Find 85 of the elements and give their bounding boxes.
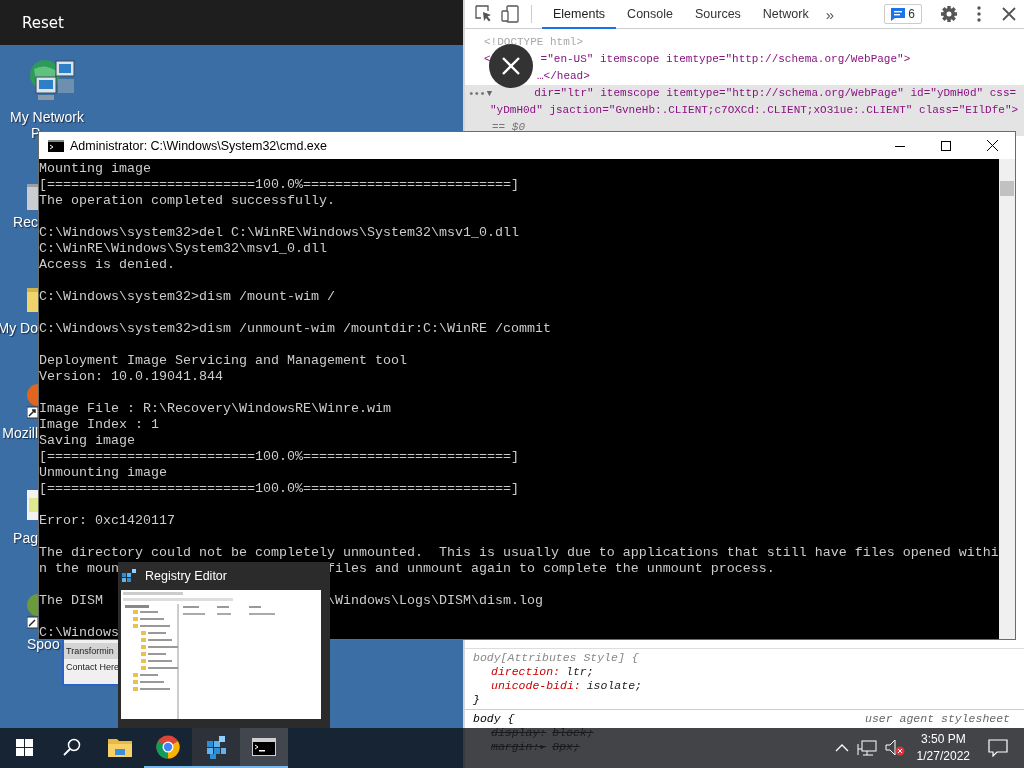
message-icon (891, 7, 906, 21)
console-line: Image File : R:\Recovery\WindowsRE\Winre.wim (39, 401, 391, 417)
cubes-icon (121, 568, 137, 584)
stylesheet-source: user agent stylesheet (865, 712, 1010, 726)
console-line: Mounting image (39, 161, 151, 177)
clock-time: 3:50 PM (920, 731, 966, 748)
inspect-element-icon[interactable] (475, 5, 493, 23)
console-line: Access is denied. (39, 257, 175, 273)
preview-title: Registry Editor (145, 569, 227, 583)
console-line: The operation completed successfully. (39, 193, 335, 209)
markup-text: "yDmH0d" jsaction="GvneHb:.CLIENT;c7OXCd:.CLIENT;xO31ue:.CLIENT" class="EIlDfe"> (490, 103, 1019, 118)
markup-text: …</head> (537, 69, 590, 84)
console-line: Version: 10.0.19041.844 (39, 369, 223, 385)
console-line: [==========================100.0%==========================] (39, 481, 519, 497)
markup-text: == $0 (492, 120, 525, 135)
desktop-icon-label: Mozill (2, 425, 38, 441)
css-selector: body[Attributes Style] { (473, 651, 639, 665)
more-tabs-button[interactable]: » (819, 5, 841, 23)
close-icon (502, 57, 520, 75)
desktop-icon-label: Rec (13, 214, 38, 230)
css-value: ltr; (566, 665, 594, 679)
muted-speaker-icon[interactable] (884, 739, 905, 757)
devtools-tab[interactable]: Elements (542, 0, 617, 29)
console-line: Deployment Image Servicing and Management tool (39, 353, 407, 369)
window-preview[interactable]: Registry Editor (118, 562, 330, 728)
taskbar-button[interactable] (192, 728, 240, 768)
css-brace: } (473, 693, 480, 707)
css-property: direction: (491, 665, 560, 679)
console-line: The directory could not be completely unmounted. This is usually due to applications that still have files opened withi (39, 545, 999, 561)
console-line: C:\Windows\system32>dism /unmount-wim /mountdir:C:\WinRE /commit (39, 321, 551, 337)
notification-icon[interactable] (988, 739, 1008, 757)
console-line: Image Index : 1 (39, 417, 159, 433)
markup-text: dir="ltr" itemscope itemtype="http://schema.org/WebPage" id="yDmH0d" css= (534, 86, 1017, 101)
cubes-icon (205, 735, 227, 759)
console-line: C:\WinRE\Windows\System32\msv1_0.dll (39, 241, 327, 257)
caret-up-icon[interactable] (834, 743, 849, 753)
console-line: Error: 0xc1420117 (39, 513, 175, 529)
menu-item[interactable]: Contact Here (64, 659, 118, 675)
css-selector: body { (473, 712, 515, 726)
windows-start-icon (15, 738, 33, 756)
console-line: C:\Windows\system32>del C:\WinRE\Windows\System32\msv1_0.dll (39, 225, 519, 241)
device-toggle-icon[interactable] (501, 5, 519, 23)
expand-toggle[interactable]: ▼ (486, 88, 493, 99)
terminal-icon (252, 738, 276, 756)
close-icon[interactable] (1000, 5, 1018, 23)
maximize-icon (941, 140, 951, 151)
scrollbar[interactable] (999, 159, 1015, 639)
markup-text: <!DOCTYPE html> (484, 35, 584, 50)
clock[interactable]: 3:50 PM 1/27/2022 (916, 731, 970, 765)
folder-icon (108, 737, 132, 757)
console-line: Saving image (39, 433, 135, 449)
desktop-icon-label: My Network (10, 109, 84, 125)
close-icon (986, 140, 998, 151)
desktop-icon-label: Spoo (27, 636, 60, 652)
window-title: Administrator: C:\Windows\System32\cmd.exe (70, 138, 329, 153)
console-line: [==========================100.0%==========================] (39, 449, 519, 465)
devtools-tab[interactable]: Console (616, 0, 684, 29)
taskbar-button[interactable] (240, 728, 288, 768)
reset-button[interactable]: Reset (18, 11, 68, 34)
desktop-icon-label: Pag (13, 530, 38, 546)
clock-date: 1/27/2022 (916, 748, 970, 765)
console-line: [==========================100.0%==========================] (39, 177, 519, 193)
settings-icon[interactable] (940, 5, 958, 23)
css-value: isolate; (586, 679, 642, 693)
ellipsis-marker[interactable]: ••• (468, 88, 485, 99)
network-icon[interactable] (856, 740, 877, 756)
shortcut-icon[interactable] (27, 593, 38, 629)
devtools-tab[interactable]: Sources (684, 0, 752, 29)
chrome-browser-icon (156, 735, 180, 759)
console-line: The DISM (39, 593, 103, 609)
search-icon (63, 738, 81, 756)
console-line: Unmounting image (39, 465, 167, 481)
markup-text: < (484, 52, 491, 67)
menu-item[interactable]: Transformin (64, 643, 118, 659)
css-property: unicode-bidi: (491, 679, 581, 693)
console-line: n the moun (39, 561, 119, 577)
console-line: C:\Windows (39, 625, 119, 639)
markup-text: ="en-US" itemscope itemtype="http://schema.org/WebPage"> (540, 52, 911, 67)
issues-counter[interactable]: 6 (884, 4, 922, 24)
shortcut-icon[interactable] (27, 383, 38, 419)
scrollbar-thumb[interactable] (1000, 181, 1014, 196)
terminal-icon (48, 139, 64, 152)
console-line: C:\Windows\system32>dism /mount-wim / (39, 289, 335, 305)
devtools-tab[interactable]: Network (751, 0, 820, 29)
document-icon[interactable] (27, 488, 38, 522)
